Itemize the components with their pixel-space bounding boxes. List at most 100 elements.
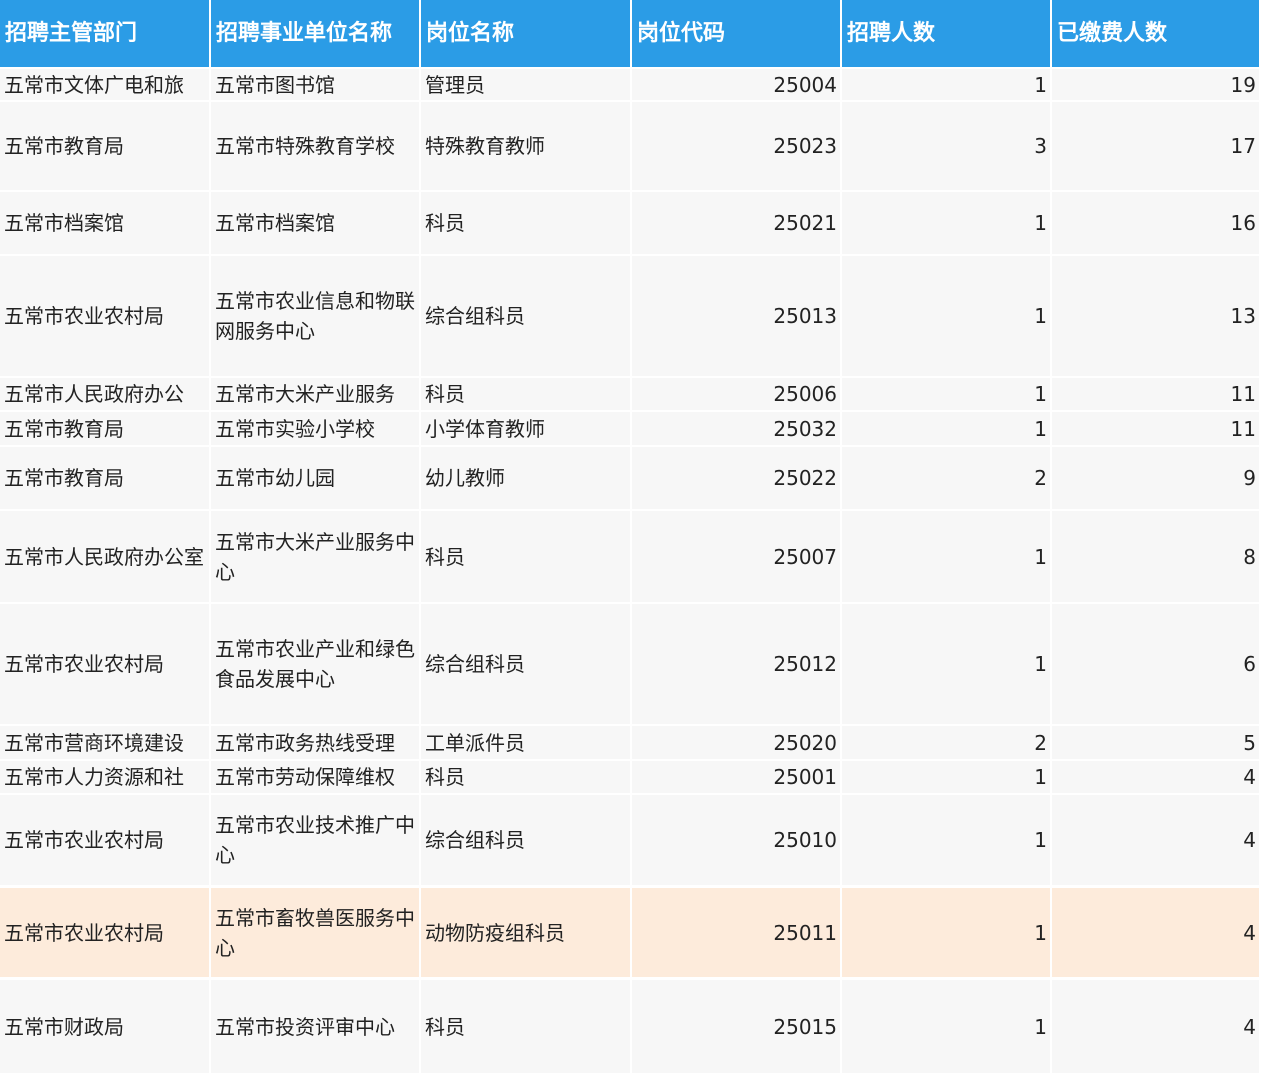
cell-department: 五常市档案馆 (0, 192, 209, 254)
cell-hire-count: 1 (842, 69, 1050, 100)
header-position-name: 岗位名称 (421, 0, 630, 67)
cell-position-name: 综合组科员 (421, 604, 630, 724)
table-row: 五常市财政局 五常市投资评审中心 科员 25015 1 4 (0, 980, 1261, 1073)
table-row: 五常市农业农村局 五常市农业信息和物联网服务中心 综合组科员 25013 1 13 (0, 256, 1261, 376)
cell-position-name: 科员 (421, 192, 630, 254)
cell-paid-count: 4 (1052, 888, 1259, 977)
table-row: 五常市文体广电和旅 五常市图书馆 管理员 25004 1 19 (0, 69, 1261, 100)
table-row: 五常市农业农村局 五常市农业产业和绿色食品发展中心 综合组科员 25012 1 6 (0, 604, 1261, 724)
cell-hire-count: 1 (842, 888, 1050, 977)
cell-position-code: 25015 (632, 980, 840, 1073)
cell-unit-name: 五常市投资评审中心 (211, 980, 419, 1073)
cell-position-name: 科员 (421, 761, 630, 793)
cell-position-code: 25010 (632, 795, 840, 885)
cell-unit-name: 五常市图书馆 (211, 69, 419, 100)
table-row: 五常市人力资源和社 五常市劳动保障维权 科员 25001 1 4 (0, 761, 1261, 793)
cell-hire-count: 1 (842, 511, 1050, 602)
cell-hire-count: 1 (842, 980, 1050, 1073)
cell-position-name: 管理员 (421, 69, 630, 100)
cell-unit-name: 五常市农业信息和物联网服务中心 (211, 256, 419, 376)
cell-paid-count: 11 (1052, 378, 1259, 410)
cell-position-code: 25013 (632, 256, 840, 376)
cell-position-code: 25012 (632, 604, 840, 724)
cell-paid-count: 4 (1052, 761, 1259, 793)
table-row: 五常市教育局 五常市实验小学校 小学体育教师 25032 1 11 (0, 412, 1261, 445)
cell-position-name: 科员 (421, 980, 630, 1073)
cell-position-code: 25023 (632, 102, 840, 190)
header-paid-count: 已缴费人数 (1052, 0, 1259, 67)
cell-position-code: 25007 (632, 511, 840, 602)
cell-department: 五常市农业农村局 (0, 795, 209, 885)
cell-position-name: 小学体育教师 (421, 412, 630, 445)
cell-unit-name: 五常市政务热线受理 (211, 726, 419, 759)
table-row: 五常市档案馆 五常市档案馆 科员 25021 1 16 (0, 192, 1261, 254)
table-header-row: 招聘主管部门 招聘事业单位名称 岗位名称 岗位代码 招聘人数 已缴费人数 (0, 0, 1261, 67)
cell-position-name: 动物防疫组科员 (421, 888, 630, 977)
cell-paid-count: 17 (1052, 102, 1259, 190)
cell-department: 五常市农业农村局 (0, 256, 209, 376)
cell-position-name: 科员 (421, 378, 630, 410)
header-position-code: 岗位代码 (632, 0, 840, 67)
table-row: 五常市人民政府办公室 五常市大米产业服务中心 科员 25007 1 8 (0, 511, 1261, 602)
cell-hire-count: 1 (842, 412, 1050, 445)
header-hire-count: 招聘人数 (842, 0, 1050, 67)
cell-department: 五常市农业农村局 (0, 888, 209, 977)
cell-paid-count: 4 (1052, 795, 1259, 885)
cell-department: 五常市教育局 (0, 447, 209, 509)
cell-unit-name: 五常市劳动保障维权 (211, 761, 419, 793)
cell-position-code: 25032 (632, 412, 840, 445)
cell-hire-count: 3 (842, 102, 1050, 190)
table-row: 五常市营商环境建设 五常市政务热线受理 工单派件员 25020 2 5 (0, 726, 1261, 759)
cell-unit-name: 五常市档案馆 (211, 192, 419, 254)
table-row: 五常市农业农村局 五常市畜牧兽医服务中心 动物防疫组科员 25011 1 4 (0, 888, 1261, 977)
cell-unit-name: 五常市畜牧兽医服务中心 (211, 888, 419, 977)
cell-position-code: 25020 (632, 726, 840, 759)
cell-position-code: 25011 (632, 888, 840, 977)
cell-unit-name: 五常市农业产业和绿色食品发展中心 (211, 604, 419, 724)
cell-position-code: 25001 (632, 761, 840, 793)
cell-hire-count: 1 (842, 604, 1050, 724)
cell-position-code: 25006 (632, 378, 840, 410)
cell-department: 五常市营商环境建设 (0, 726, 209, 759)
cell-unit-name: 五常市幼儿园 (211, 447, 419, 509)
cell-paid-count: 11 (1052, 412, 1259, 445)
header-unit-name: 招聘事业单位名称 (211, 0, 419, 67)
cell-department: 五常市人民政府办公室 (0, 511, 209, 602)
cell-paid-count: 4 (1052, 980, 1259, 1073)
cell-position-name: 幼儿教师 (421, 447, 630, 509)
cell-hire-count: 1 (842, 256, 1050, 376)
cell-paid-count: 16 (1052, 192, 1259, 254)
cell-position-code: 25004 (632, 69, 840, 100)
cell-paid-count: 19 (1052, 69, 1259, 100)
cell-position-code: 25021 (632, 192, 840, 254)
cell-unit-name: 五常市农业技术推广中心 (211, 795, 419, 885)
cell-hire-count: 1 (842, 192, 1050, 254)
cell-department: 五常市人民政府办公 (0, 378, 209, 410)
cell-department: 五常市教育局 (0, 412, 209, 445)
cell-position-name: 综合组科员 (421, 795, 630, 885)
table-row: 五常市农业农村局 五常市农业技术推广中心 综合组科员 25010 1 4 (0, 795, 1261, 885)
cell-department: 五常市财政局 (0, 980, 209, 1073)
cell-position-name: 科员 (421, 511, 630, 602)
header-department: 招聘主管部门 (0, 0, 209, 67)
cell-unit-name: 五常市大米产业服务中心 (211, 511, 419, 602)
cell-department: 五常市农业农村局 (0, 604, 209, 724)
cell-hire-count: 1 (842, 795, 1050, 885)
cell-paid-count: 8 (1052, 511, 1259, 602)
cell-paid-count: 13 (1052, 256, 1259, 376)
cell-department: 五常市文体广电和旅 (0, 69, 209, 100)
cell-unit-name: 五常市大米产业服务 (211, 378, 419, 410)
cell-department: 五常市教育局 (0, 102, 209, 190)
cell-hire-count: 2 (842, 447, 1050, 509)
cell-hire-count: 1 (842, 378, 1050, 410)
cell-position-name: 综合组科员 (421, 256, 630, 376)
table-row: 五常市人民政府办公 五常市大米产业服务 科员 25006 1 11 (0, 378, 1261, 410)
cell-paid-count: 6 (1052, 604, 1259, 724)
cell-unit-name: 五常市特殊教育学校 (211, 102, 419, 190)
table-row: 五常市教育局 五常市特殊教育学校 特殊教育教师 25023 3 17 (0, 102, 1261, 190)
cell-paid-count: 9 (1052, 447, 1259, 509)
cell-department: 五常市人力资源和社 (0, 761, 209, 793)
cell-unit-name: 五常市实验小学校 (211, 412, 419, 445)
cell-hire-count: 1 (842, 761, 1050, 793)
table-row: 五常市教育局 五常市幼儿园 幼儿教师 25022 2 9 (0, 447, 1261, 509)
